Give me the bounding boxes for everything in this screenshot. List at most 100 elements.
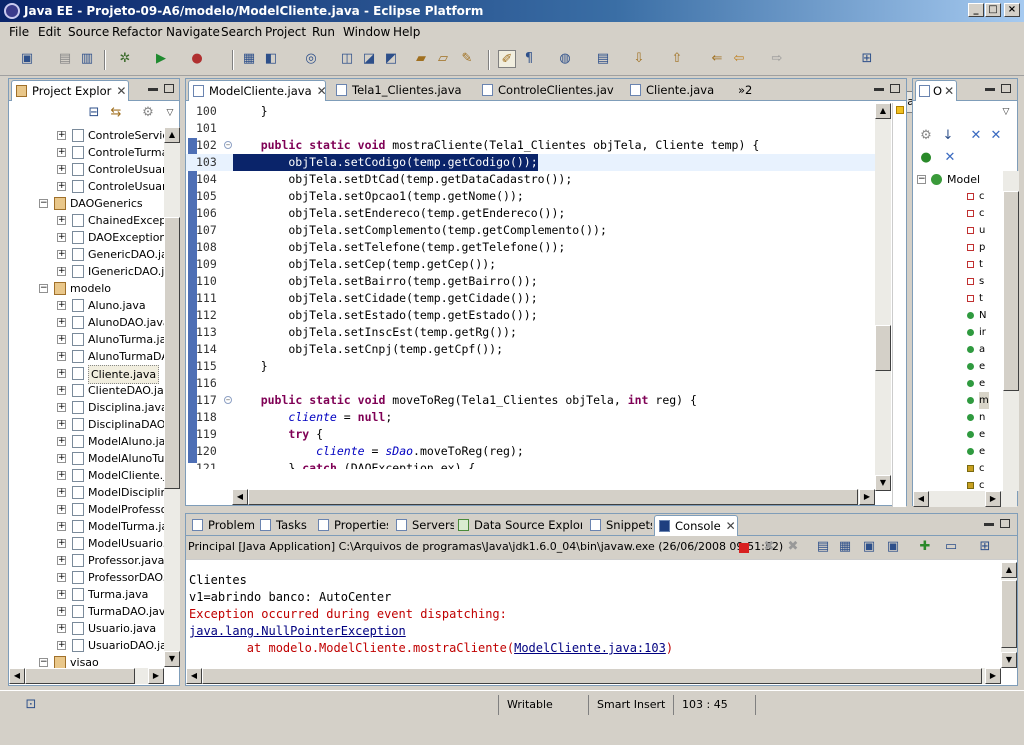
tab-controleclientes[interactable]: ControleClientes.jav <box>478 80 618 100</box>
tree-file[interactable]: + IGenericDAO.ja <box>9 263 169 280</box>
filter-icon[interactable]: ⚙ <box>917 127 935 145</box>
code-line[interactable]: 117− public static void moveToReg(Tela1_… <box>186 392 876 409</box>
scroll-down-icon[interactable]: ▼ <box>1001 652 1017 668</box>
scroll-thumb[interactable] <box>202 668 982 684</box>
code-line[interactable]: 114 objTela.setCnpj(temp.getCpf()); <box>186 341 876 358</box>
scroll-left-icon[interactable]: ◀ <box>186 668 202 684</box>
tree-file[interactable]: + ChainedExcept <box>9 212 169 229</box>
tree-file[interactable]: + DisciplinaDAO.j <box>9 416 169 433</box>
code-line[interactable]: 100 } <box>186 103 876 120</box>
tree-file[interactable]: + Professor.java <box>9 552 169 569</box>
open-console-icon[interactable]: ⊞ <box>976 538 994 556</box>
expand-toggle-icon[interactable]: + <box>57 233 66 242</box>
tree-file[interactable]: + ModelProfesso <box>9 501 169 518</box>
editor-vertical-scrollbar[interactable]: ▲ ▼ <box>875 103 891 491</box>
maximize-button[interactable]: □ <box>985 3 1001 17</box>
scroll-down-icon[interactable]: ▼ <box>875 475 891 491</box>
show-stderr-icon[interactable]: ▣ <box>884 538 902 556</box>
code-line[interactable]: 109 objTela.setCep(temp.getCep()); <box>186 256 876 273</box>
tree-file[interactable]: + Usuario.java <box>9 620 169 637</box>
code-line[interactable]: 116 <box>186 375 876 392</box>
minimize-view-icon[interactable] <box>874 88 884 91</box>
run-icon[interactable]: ▶ <box>152 50 170 68</box>
link-editor-icon[interactable]: ⇆ <box>107 104 125 122</box>
tree-file[interactable]: + ClienteDAO.jav <box>9 382 169 399</box>
expand-toggle-icon[interactable]: + <box>57 301 66 310</box>
scroll-right-icon[interactable]: ▶ <box>985 668 1001 684</box>
tree-package[interactable]: − modelo <box>9 280 169 297</box>
expand-toggle-icon[interactable]: + <box>57 216 66 225</box>
hide-static-icon[interactable]: ✕ <box>987 127 1005 145</box>
minimize-view-icon[interactable] <box>985 88 995 91</box>
scroll-left-icon[interactable]: ◀ <box>232 489 248 505</box>
tab-problems[interactable]: Problems <box>188 515 254 535</box>
code-line[interactable]: 105 objTela.setOpcao1(temp.getNome()); <box>186 188 876 205</box>
expand-toggle-icon[interactable]: + <box>57 250 66 259</box>
fold-toggle-icon[interactable]: − <box>224 396 232 404</box>
expand-toggle-icon[interactable]: + <box>57 318 66 327</box>
console-link[interactable]: ModelCliente.java:103 <box>514 641 666 655</box>
code-line[interactable]: 106 objTela.setEndereco(temp.getEndereco… <box>186 205 876 222</box>
code-line[interactable]: 121 } catch (DAOException ex) { <box>186 460 876 469</box>
expand-toggle-icon[interactable]: + <box>57 522 66 531</box>
expand-toggle-icon[interactable]: − <box>39 284 48 293</box>
open-folder-icon[interactable]: ▰ <box>412 50 430 68</box>
tree-file[interactable]: + ControleUsuari <box>9 178 169 195</box>
page-icon[interactable]: ▤ <box>594 50 612 68</box>
tree-file[interactable]: + ModelAlunoTur <box>9 450 169 467</box>
tree-file[interactable]: + AlunoTurmaDA <box>9 348 169 365</box>
tree-file[interactable]: + TurmaDAO.jav <box>9 603 169 620</box>
tree-file[interactable]: + ModelTurma.ja <box>9 518 169 535</box>
code-line[interactable]: 110 objTela.setBairro(temp.getBairro()); <box>186 273 876 290</box>
view-dropdown-icon[interactable]: ▽ <box>997 103 1015 121</box>
save-icon[interactable]: ▤ <box>56 50 74 68</box>
expand-toggle-icon[interactable]: + <box>57 471 66 480</box>
tree-file[interactable]: + Aluno.java <box>9 297 169 314</box>
expand-toggle-icon[interactable]: + <box>57 556 66 565</box>
expand-toggle-icon[interactable]: + <box>57 420 66 429</box>
console-vertical-scrollbar[interactable]: ▲ ▼ <box>1001 562 1017 668</box>
close-icon[interactable]: ✕ <box>726 519 736 533</box>
expand-toggle-icon[interactable]: + <box>57 148 66 157</box>
minimize-view-icon[interactable] <box>148 88 158 91</box>
tab-properties[interactable]: Properties <box>314 515 388 535</box>
tree-file[interactable]: + Disciplina.java <box>9 399 169 416</box>
show-stdout-icon[interactable]: ▣ <box>860 538 878 556</box>
expand-toggle-icon[interactable]: + <box>57 539 66 548</box>
scroll-up-icon[interactable]: ▲ <box>1001 562 1017 578</box>
tree-file[interactable]: + ModelDisciplina <box>9 484 169 501</box>
tab-tela1-clientes[interactable]: Tela1_Clientes.java <box>332 80 467 100</box>
last-edit-icon[interactable]: ⇐ <box>708 50 726 68</box>
tab-cliente[interactable]: Cliente.java <box>626 80 726 100</box>
code-line[interactable]: 101 <box>186 120 876 137</box>
tree-file[interactable]: + ControleTurma <box>9 144 169 161</box>
display-console-icon[interactable]: ▭ <box>942 538 960 556</box>
scroll-thumb[interactable] <box>875 325 891 371</box>
code-line[interactable]: 111 objTela.setCidade(temp.getCidade()); <box>186 290 876 307</box>
tree-file[interactable]: + Turma.java <box>9 586 169 603</box>
close-icon[interactable]: ✕ <box>116 84 126 98</box>
code-line[interactable]: 115 } <box>186 358 876 375</box>
menu-refactor[interactable]: Refactor <box>112 25 162 39</box>
view-dropdown-icon[interactable]: ▽ <box>161 104 179 122</box>
open-type-icon[interactable]: ◧ <box>262 50 280 68</box>
view-menu-icon[interactable]: ⚙ <box>139 104 157 122</box>
code-line[interactable]: 103 objTela.setCodigo(temp.getCodigo()); <box>186 154 876 171</box>
highlight-icon[interactable]: ✐ <box>498 50 516 68</box>
scroll-up-icon[interactable]: ▲ <box>164 127 180 143</box>
expand-toggle-icon[interactable]: + <box>57 437 66 446</box>
expand-toggle-icon[interactable]: + <box>57 590 66 599</box>
collapse-all-icon[interactable]: ⊟ <box>85 104 103 122</box>
new-java-project-icon[interactable]: ◫ <box>338 50 356 68</box>
new-icon[interactable]: ▣ <box>18 50 36 68</box>
maximize-view-icon[interactable] <box>164 84 174 93</box>
explorer-horizontal-scrollbar[interactable]: ◀ ▶ <box>9 668 164 684</box>
hide-fields-icon[interactable]: ✕ <box>967 127 985 145</box>
external-tools-icon[interactable]: ● <box>188 50 206 68</box>
code-line[interactable]: 104 objTela.setDtCad(temp.getDataCadastr… <box>186 171 876 188</box>
expand-toggle-icon[interactable]: + <box>57 267 66 276</box>
open-task-icon[interactable]: ◎ <box>302 50 320 68</box>
tree-file[interactable]: + ModelUsuario.j <box>9 535 169 552</box>
scroll-thumb[interactable] <box>1003 191 1019 391</box>
code-area[interactable]: 100 } 101 102− public static void mostraCl… <box>186 103 876 469</box>
